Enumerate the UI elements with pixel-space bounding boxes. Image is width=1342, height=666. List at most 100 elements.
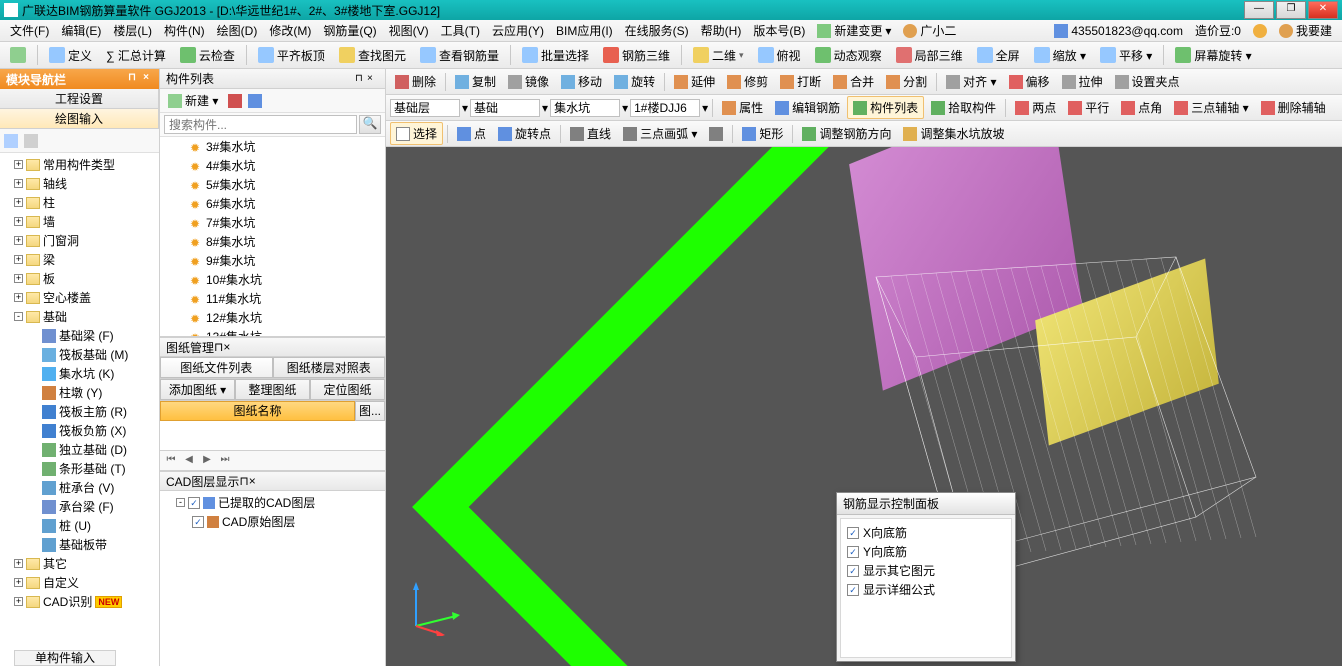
tree-expand-icon[interactable] — [4, 134, 18, 148]
drawing-close-icon[interactable]: × — [223, 340, 230, 354]
component-item[interactable]: ✹12#集水坑 — [160, 308, 385, 327]
menu-rebar[interactable]: 钢筋量(Q) — [317, 20, 382, 41]
checkbox-icon[interactable]: ✓ — [847, 565, 859, 577]
component-item[interactable]: ✹4#集水坑 — [160, 156, 385, 175]
component-item[interactable]: ✹9#集水坑 — [160, 251, 385, 270]
chk-show-other[interactable]: ✓显示其它图元 — [847, 561, 1005, 580]
tb-orbit[interactable]: 动态观察 — [809, 44, 888, 67]
vtb-mirror[interactable]: 镜像 — [503, 71, 554, 92]
expand-icon[interactable]: + — [14, 236, 23, 245]
combo-category[interactable] — [470, 99, 540, 117]
comp-delete-icon[interactable] — [228, 94, 242, 108]
component-item[interactable]: ✹13#集水坑 — [160, 327, 385, 337]
chk-show-formula[interactable]: ✓显示详细公式 — [847, 580, 1005, 599]
cad-tree[interactable]: - ✓ 已提取的CAD图层 ✓ CAD原始图层 — [160, 491, 385, 666]
menu-tool[interactable]: 工具(T) — [435, 20, 486, 41]
vtb-pick[interactable]: 拾取构件 — [926, 97, 1001, 118]
col-drawing-name[interactable]: 图纸名称 — [160, 401, 355, 421]
drawing-pin-icon[interactable]: ⊓ — [214, 340, 223, 354]
new-change-button[interactable]: 新建变更▾ — [811, 20, 897, 41]
nav-last-icon[interactable]: ⏭ — [218, 454, 232, 468]
tb-back[interactable] — [4, 44, 32, 66]
vtb-stretch[interactable]: 拉伸 — [1057, 71, 1108, 92]
comp-pin-icon[interactable]: ⊓ — [355, 73, 367, 85]
nav-prev-icon[interactable]: ◀ — [182, 454, 196, 468]
tb-top-view[interactable]: 俯视 — [752, 44, 807, 67]
tab-project-settings[interactable]: 工程设置 — [0, 89, 159, 108]
checkbox-icon[interactable]: ✓ — [192, 516, 204, 528]
component-item[interactable]: ✹10#集水坑 — [160, 270, 385, 289]
tree-node[interactable]: +常用构件类型 — [0, 155, 159, 174]
expand-icon[interactable]: + — [14, 198, 23, 207]
vtb-merge[interactable]: 合并 — [828, 71, 879, 92]
tree-node[interactable]: +轴线 — [0, 174, 159, 193]
float-panel-title[interactable]: 钢筋显示控制面板 — [837, 493, 1015, 515]
comp-new-button[interactable]: 新建 ▾ — [164, 90, 222, 111]
vtb-rotate[interactable]: 旋转 — [609, 71, 660, 92]
credits-icon[interactable] — [1247, 22, 1273, 40]
vtb-grips[interactable]: 设置夹点 — [1110, 71, 1185, 92]
tree-leaf[interactable]: 筏板基础 (M) — [0, 345, 159, 364]
expand-icon[interactable]: + — [14, 160, 23, 169]
tree-leaf[interactable]: 桩 (U) — [0, 516, 159, 535]
tree-leaf[interactable]: 柱墩 (Y) — [0, 383, 159, 402]
user-email[interactable]: 435501823@qq.com — [1048, 22, 1189, 40]
tree-leaf[interactable]: 筏板负筋 (X) — [0, 421, 159, 440]
vtb-rect[interactable]: 矩形 — [737, 123, 788, 144]
comp-search-button[interactable]: 🔍 — [359, 115, 381, 134]
vtb-two-point[interactable]: 两点 — [1010, 97, 1061, 118]
tree-leaf[interactable]: 基础板带 — [0, 535, 159, 554]
tb-cloud-check[interactable]: 云检查 — [174, 44, 241, 67]
comp-close-icon[interactable]: × — [367, 73, 379, 85]
component-item[interactable]: ✹8#集水坑 — [160, 232, 385, 251]
tab-drawing-files[interactable]: 图纸文件列表 — [160, 357, 273, 378]
cad-node-extracted[interactable]: - ✓ 已提取的CAD图层 — [160, 493, 385, 512]
tb-zoom[interactable]: 缩放 ▾ — [1028, 44, 1092, 67]
expand-icon[interactable]: + — [14, 597, 23, 606]
vtb-angle[interactable]: 点角 — [1116, 97, 1167, 118]
component-item[interactable]: ✹7#集水坑 — [160, 213, 385, 232]
vtb-break[interactable]: 打断 — [775, 71, 826, 92]
tb-rebar-3d[interactable]: 钢筋三维 — [597, 44, 676, 67]
tb-local-3d[interactable]: 局部三维 — [890, 44, 969, 67]
tb-fullscreen[interactable]: 全屏 — [971, 44, 1026, 67]
vtb-rotate-point[interactable]: 旋转点 — [493, 123, 556, 144]
cad-close-icon[interactable]: × — [249, 474, 256, 488]
rebar-display-panel[interactable]: 钢筋显示控制面板 ✓X向底筋 ✓Y向底筋 ✓显示其它图元 ✓显示详细公式 — [836, 492, 1016, 662]
comp-copy-icon[interactable] — [248, 94, 262, 108]
vtb-delete[interactable]: 删除 — [390, 71, 441, 92]
expand-icon[interactable]: - — [14, 312, 23, 321]
tree-node[interactable]: +门窗洞 — [0, 231, 159, 250]
maximize-button[interactable]: ❐ — [1276, 1, 1306, 19]
menu-floor[interactable]: 楼层(L) — [107, 20, 158, 41]
minimize-button[interactable]: — — [1244, 1, 1274, 19]
tree-node[interactable]: +墙 — [0, 212, 159, 231]
tree-node[interactable]: +其它 — [0, 554, 159, 573]
credits[interactable]: 造价豆:0 — [1189, 20, 1247, 41]
tab-draw-input[interactable]: 绘图输入 — [0, 109, 159, 128]
vtb-adjust-rebar[interactable]: 调整钢筋方向 — [797, 123, 896, 144]
cad-node-original[interactable]: ✓ CAD原始图层 — [160, 512, 385, 531]
vtb-point[interactable]: 点 — [452, 123, 491, 144]
nav-next-icon[interactable]: ▶ — [200, 454, 214, 468]
checkbox-icon[interactable]: ✓ — [847, 527, 859, 539]
nav-tree[interactable]: +常用构件类型+轴线+柱+墙+门窗洞+梁+板+空心楼盖-基础基础梁 (F)筏板基… — [0, 153, 159, 666]
tree-node[interactable]: +板 — [0, 269, 159, 288]
tree-leaf[interactable]: 基础梁 (F) — [0, 326, 159, 345]
nav-close-icon[interactable]: × — [139, 72, 153, 86]
vtb-align[interactable]: 对齐 ▾ — [941, 71, 1001, 92]
checkbox-icon[interactable]: ✓ — [847, 584, 859, 596]
tree-leaf[interactable]: 筏板主筋 (R) — [0, 402, 159, 421]
tree-leaf[interactable]: 独立基础 (D) — [0, 440, 159, 459]
menu-cloud[interactable]: 云应用(Y) — [486, 20, 550, 41]
tree-node[interactable]: +CAD识别NEW — [0, 592, 159, 611]
expand-icon[interactable]: + — [14, 578, 23, 587]
menu-component[interactable]: 构件(N) — [158, 20, 211, 41]
expand-icon[interactable]: + — [14, 293, 23, 302]
cad-pin-icon[interactable]: ⊓ — [239, 474, 248, 488]
vtb-properties[interactable]: 属性 — [717, 97, 768, 118]
tree-node[interactable]: +梁 — [0, 250, 159, 269]
tree-leaf[interactable]: 条形基础 (T) — [0, 459, 159, 478]
tree-collapse-icon[interactable] — [24, 134, 38, 148]
login-button[interactable]: 我要建 — [1273, 20, 1338, 41]
